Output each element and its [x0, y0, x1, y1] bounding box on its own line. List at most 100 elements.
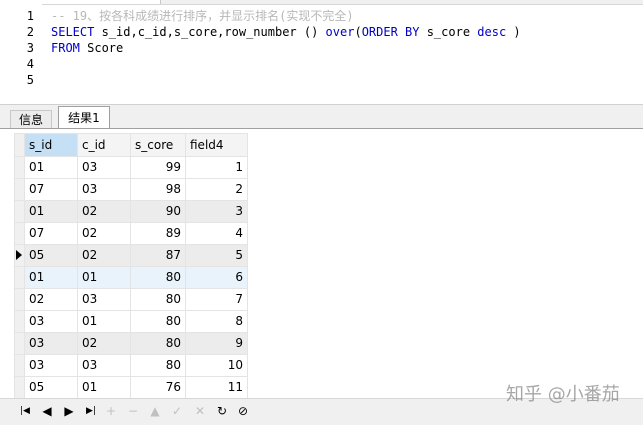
prev-record-button[interactable]: ◀: [40, 404, 54, 418]
sql-text: ): [506, 25, 521, 39]
sql-keyword: FROM: [51, 41, 80, 55]
sql-keyword: ORDER BY: [361, 25, 420, 39]
cell-field4[interactable]: 9: [185, 332, 248, 355]
table-row[interactable]: 05 01 76 11: [14, 376, 248, 399]
cell-field4[interactable]: 4: [185, 222, 248, 245]
cell-c-id[interactable]: 03: [77, 354, 131, 377]
add-record-button: +: [105, 404, 117, 418]
table-row[interactable]: 07 03 98 2: [14, 178, 248, 201]
row-indicator[interactable]: [14, 288, 25, 311]
row-indicator[interactable]: [14, 222, 25, 245]
row-indicator[interactable]: [14, 354, 25, 377]
row-indicator[interactable]: [14, 156, 25, 179]
cell-s-id[interactable]: 07: [24, 222, 78, 245]
cell-s-core[interactable]: 87: [130, 244, 186, 267]
cell-s-core[interactable]: 90: [130, 200, 186, 223]
cell-c-id[interactable]: 02: [77, 332, 131, 355]
cell-s-core[interactable]: 80: [130, 288, 186, 311]
cell-c-id[interactable]: 01: [77, 266, 131, 289]
column-header-s-id[interactable]: s_id: [24, 133, 78, 157]
delete-record-button: −: [127, 404, 139, 418]
cell-s-id[interactable]: 07: [24, 178, 78, 201]
current-row-indicator-icon: [16, 250, 22, 260]
column-header-s-core[interactable]: s_core: [130, 133, 186, 157]
cell-s-core[interactable]: 89: [130, 222, 186, 245]
sql-text: (: [354, 25, 362, 39]
cell-s-id[interactable]: 01: [24, 266, 78, 289]
cell-field4[interactable]: 11: [185, 376, 248, 399]
cell-c-id[interactable]: 01: [77, 310, 131, 333]
table-row[interactable]: 01 01 80 6: [14, 266, 248, 289]
table-row[interactable]: 03 02 80 9: [14, 332, 248, 355]
sql-text: s_id,c_id,s_core,row_number (): [94, 25, 326, 39]
cell-s-core[interactable]: 99: [130, 156, 186, 179]
cell-s-id[interactable]: 03: [24, 310, 78, 333]
cell-field4[interactable]: 10: [185, 354, 248, 377]
sql-text: s_core: [419, 25, 478, 39]
cell-s-core[interactable]: 80: [130, 310, 186, 333]
line-number: 5: [26, 73, 34, 87]
cell-s-core[interactable]: 76: [130, 376, 186, 399]
row-indicator[interactable]: [14, 332, 25, 355]
cell-s-id[interactable]: 02: [24, 288, 78, 311]
table-row[interactable]: 02 03 80 7: [14, 288, 248, 311]
row-indicator[interactable]: [14, 178, 25, 201]
cell-c-id[interactable]: 02: [77, 222, 131, 245]
cell-c-id[interactable]: 02: [77, 244, 131, 267]
result-grid[interactable]: s_id c_id s_core field4 01 03 99 1 07 03 98 2 01 02 9…: [14, 133, 248, 399]
cell-s-id[interactable]: 03: [24, 354, 78, 377]
table-row[interactable]: 01 03 99 1: [14, 156, 248, 179]
first-record-button[interactable]: |◀: [18, 404, 32, 418]
stop-button[interactable]: ⊘: [236, 404, 250, 418]
row-indicator-header: [14, 133, 25, 157]
cell-s-core[interactable]: 80: [130, 266, 186, 289]
code-line: SELECT s_id,c_id,s_core,row_number () ov…: [51, 24, 521, 40]
cell-field4[interactable]: 6: [185, 266, 248, 289]
row-indicator[interactable]: [14, 376, 25, 399]
code-line: FROM Score: [51, 40, 123, 56]
sql-editor[interactable]: 12345 -- 19、按各科成绩进行排序，并显示排名(实现不完全) SELECT…: [0, 0, 643, 104]
result-grid-area[interactable]: s_id c_id s_core field4 01 03 99 1 07 03 98 2 01 02 9…: [0, 129, 643, 399]
cell-field4[interactable]: 5: [185, 244, 248, 267]
cell-field4[interactable]: 2: [185, 178, 248, 201]
cell-c-id[interactable]: 03: [77, 178, 131, 201]
line-number: 1: [26, 9, 34, 23]
cell-field4[interactable]: 7: [185, 288, 248, 311]
refresh-button[interactable]: ↻: [215, 404, 229, 418]
cell-field4[interactable]: 8: [185, 310, 248, 333]
cell-s-core[interactable]: 80: [130, 332, 186, 355]
table-row[interactable]: 07 02 89 4: [14, 222, 248, 245]
column-header-c-id[interactable]: c_id: [77, 133, 131, 157]
line-number-gutter: 1 2 3 4 5: [0, 4, 42, 104]
cell-s-id[interactable]: 01: [24, 156, 78, 179]
sql-keyword: SELECT: [51, 25, 95, 39]
table-row[interactable]: 03 03 80 10: [14, 354, 248, 377]
result-tab-strip: 信息 结果1: [0, 104, 643, 131]
cell-s-id[interactable]: 05: [24, 244, 78, 267]
table-row[interactable]: 05 02 87 5: [14, 244, 248, 267]
cell-c-id[interactable]: 01: [77, 376, 131, 399]
code-line: -- 19、按各科成绩进行排序，并显示排名(实现不完全): [51, 8, 354, 24]
cell-s-core[interactable]: 80: [130, 354, 186, 377]
cancel-edit-button: ✕: [194, 404, 206, 418]
table-row[interactable]: 01 02 90 3: [14, 200, 248, 223]
row-indicator[interactable]: [14, 310, 25, 333]
cell-c-id[interactable]: 02: [77, 200, 131, 223]
column-header-field4[interactable]: field4: [185, 133, 248, 157]
tab-info[interactable]: 信息: [10, 110, 52, 129]
cell-s-id[interactable]: 03: [24, 332, 78, 355]
last-record-button[interactable]: ▶|: [84, 404, 98, 418]
cell-s-id[interactable]: 05: [24, 376, 78, 399]
cell-field4[interactable]: 1: [185, 156, 248, 179]
row-indicator[interactable]: [14, 200, 25, 223]
code-area[interactable]: -- 19、按各科成绩进行排序，并显示排名(实现不完全) SELECT s_id,…: [51, 4, 643, 104]
cell-c-id[interactable]: 03: [77, 156, 131, 179]
cell-s-id[interactable]: 01: [24, 200, 78, 223]
cell-s-core[interactable]: 98: [130, 178, 186, 201]
row-indicator[interactable]: [14, 266, 25, 289]
line-number: 4: [26, 57, 34, 71]
cell-field4[interactable]: 3: [185, 200, 248, 223]
next-record-button[interactable]: ▶: [62, 404, 76, 418]
table-row[interactable]: 03 01 80 8: [14, 310, 248, 333]
cell-c-id[interactable]: 03: [77, 288, 131, 311]
